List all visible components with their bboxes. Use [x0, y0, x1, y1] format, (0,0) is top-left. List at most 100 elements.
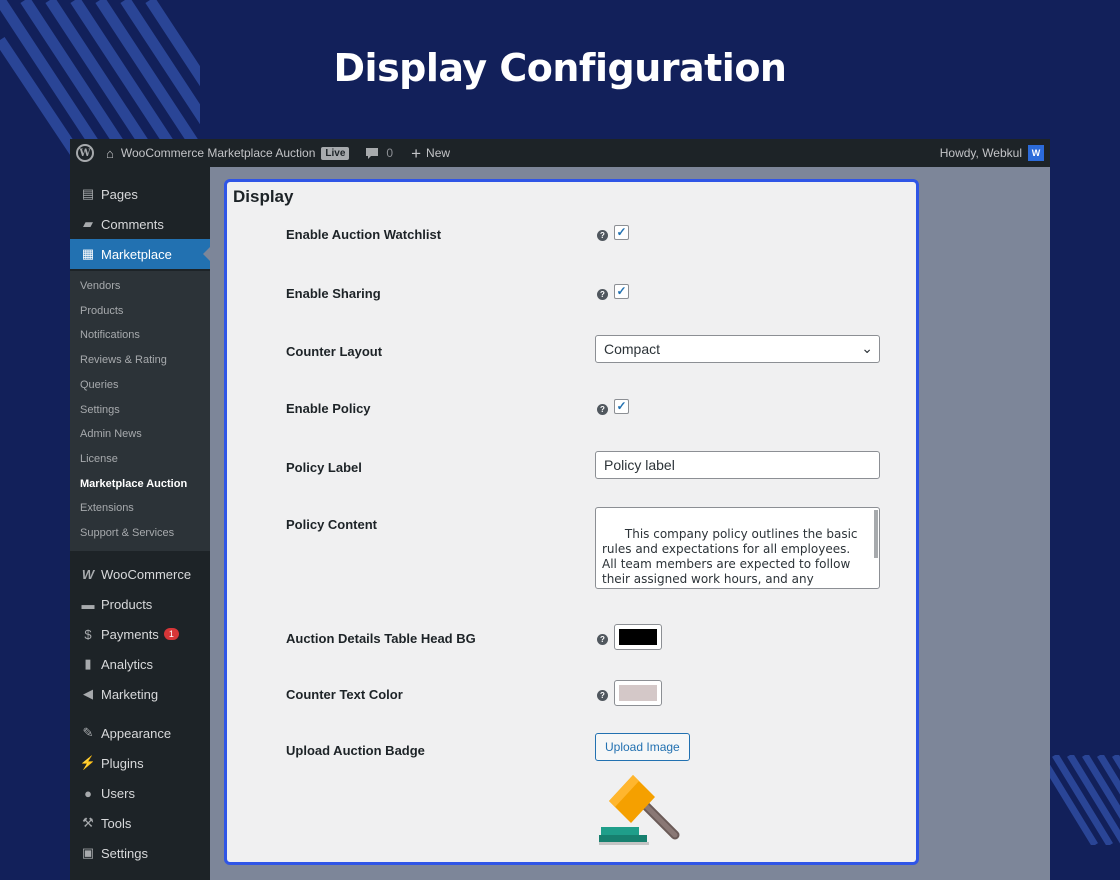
- decorative-stripes-bottom-right: [1040, 755, 1120, 845]
- site-name: WooCommerce Marketplace Auction: [120, 146, 316, 160]
- watchlist-checkbox[interactable]: ✓: [614, 225, 629, 240]
- sharing-checkbox[interactable]: ✓: [614, 284, 629, 299]
- marketplace-submenu: Vendors Products Notifications Reviews &…: [70, 271, 210, 551]
- auction-gavel-icon: [599, 767, 687, 856]
- live-badge: Live: [321, 146, 350, 160]
- upload-image-button[interactable]: Upload Image: [595, 733, 690, 761]
- account-menu[interactable]: Howdy, Webkul W: [940, 145, 1050, 161]
- avatar: W: [1028, 145, 1044, 161]
- sidebar-item-label: Comments: [101, 216, 164, 232]
- megaphone-icon: ◀: [83, 686, 93, 701]
- comments-count: 0: [386, 146, 394, 160]
- wrench-icon: ⚒: [82, 815, 94, 830]
- submenu-marketplace-auction[interactable]: Marketplace Auction: [80, 478, 187, 490]
- sidebar-item-label: Payments: [101, 626, 159, 642]
- sidebar-item-label: Marketplace: [101, 246, 172, 262]
- comments-link[interactable]: 0: [355, 139, 399, 167]
- sidebar-item-label: Settings: [101, 845, 148, 861]
- home-icon: ⌂: [106, 145, 114, 161]
- submenu-products[interactable]: Products: [80, 305, 123, 317]
- submenu-admin-news[interactable]: Admin News: [80, 428, 142, 440]
- policy-content-text: This company policy outlines the basic r…: [602, 527, 863, 588]
- counter-layout-label: Counter Layout: [286, 344, 383, 359]
- active-menu-arrow: [203, 247, 210, 261]
- sidebar-item-label: Marketing: [101, 686, 159, 702]
- help-icon[interactable]: ?: [597, 404, 608, 415]
- sidebar-item-label: Tools: [101, 815, 132, 831]
- sidebar-item-analytics[interactable]: ▮ Analytics: [70, 649, 210, 679]
- counter-text-color-label: Counter Text Color: [286, 687, 403, 702]
- upload-badge-label: Upload Auction Badge: [286, 743, 425, 758]
- section-title: Display: [233, 187, 294, 206]
- policy-label: Enable Policy: [286, 401, 371, 416]
- sidebar-item-plugins[interactable]: ⚡ Plugins: [70, 748, 210, 778]
- watchlist-label: Enable Auction Watchlist: [286, 227, 442, 242]
- help-icon[interactable]: ?: [597, 230, 608, 241]
- sidebar-item-label: WooCommerce: [101, 566, 192, 582]
- sidebar-item-label: Plugins: [101, 755, 144, 771]
- submenu-support-services[interactable]: Support & Services: [80, 527, 174, 539]
- sidebar-item-marketing[interactable]: ◀ Marketing: [70, 679, 210, 709]
- sidebar-item-products[interactable]: ▬ Products: [70, 589, 210, 619]
- sidebar-item-settings[interactable]: ▣ Settings: [70, 838, 210, 868]
- submenu-settings[interactable]: Settings: [80, 404, 120, 416]
- display-settings-panel: Display Enable Auction Watchlist ? ✓ Ena…: [224, 179, 919, 865]
- archive-icon: ▬: [81, 596, 95, 612]
- admin-sidebar: ▤ Pages ▰ Comments ▦ Marketplace Vendors…: [70, 167, 210, 880]
- policy-checkbox[interactable]: ✓: [614, 399, 629, 414]
- sidebar-item-label: Products: [101, 596, 153, 612]
- payments-badge: 1: [163, 628, 179, 640]
- wordpress-icon: W: [76, 144, 94, 162]
- sidebar-item-users[interactable]: ● Users: [70, 778, 210, 808]
- submenu-license[interactable]: License: [80, 453, 118, 465]
- comment-bubble-icon: [366, 147, 379, 159]
- store-icon: ▦: [81, 246, 95, 261]
- new-content-link[interactable]: + New: [399, 139, 456, 167]
- table-head-bg-label: Auction Details Table Head BG: [286, 631, 476, 646]
- wp-admin-screen: W ⌂ WooCommerce Marketplace Auction Live…: [70, 139, 1050, 880]
- counter-text-color-picker[interactable]: [614, 680, 662, 706]
- help-icon[interactable]: ?: [597, 690, 608, 701]
- submenu-vendors[interactable]: Vendors: [80, 280, 120, 292]
- table-head-bg-swatch: [619, 629, 657, 645]
- chevron-down-icon: ⌄: [861, 340, 873, 356]
- submenu-extensions[interactable]: Extensions: [80, 502, 134, 514]
- submenu-notifications[interactable]: Notifications: [80, 329, 140, 341]
- wp-logo-button[interactable]: W: [70, 139, 100, 167]
- sharing-label: Enable Sharing: [286, 286, 381, 301]
- sidebar-item-tools[interactable]: ⚒ Tools: [70, 808, 210, 838]
- site-name-link[interactable]: ⌂ WooCommerce Marketplace Auction Live: [100, 139, 355, 167]
- plug-icon: ⚡: [79, 755, 97, 770]
- sidebar-item-comments[interactable]: ▰ Comments: [70, 209, 210, 239]
- submenu-reviews-rating[interactable]: Reviews & Rating: [80, 354, 167, 366]
- woo-icon: W: [81, 566, 95, 582]
- dollar-icon: $: [84, 626, 92, 642]
- sidebar-item-marketplace[interactable]: ▦ Marketplace: [70, 239, 210, 269]
- policy-label-input[interactable]: [595, 451, 880, 479]
- sidebar-item-woocommerce[interactable]: W WooCommerce: [70, 559, 210, 589]
- pages-icon: ▤: [81, 186, 95, 201]
- admin-bar: W ⌂ WooCommerce Marketplace Auction Live…: [70, 139, 1050, 167]
- help-icon[interactable]: ?: [597, 289, 608, 300]
- submenu-queries[interactable]: Queries: [80, 379, 119, 391]
- howdy-text: Howdy, Webkul: [939, 146, 1022, 160]
- plus-icon: +: [411, 143, 422, 163]
- sidebar-item-payments[interactable]: $ Payments 1: [70, 619, 210, 649]
- comment-icon: ▰: [83, 216, 93, 231]
- chart-bars-icon: ▮: [84, 656, 92, 671]
- policy-content-label: Policy Content: [286, 517, 378, 532]
- help-icon[interactable]: ?: [597, 634, 608, 645]
- sliders-icon: ▣: [81, 845, 95, 860]
- sidebar-item-label: Users: [101, 785, 135, 801]
- page-title: Display Configuration: [333, 46, 787, 90]
- brush-icon: ✎: [82, 725, 94, 740]
- table-head-bg-color-picker[interactable]: [614, 624, 662, 650]
- textarea-scrollbar[interactable]: [874, 510, 878, 558]
- sidebar-item-appearance[interactable]: ✎ Appearance: [70, 718, 210, 748]
- counter-layout-select[interactable]: Compact ⌄: [595, 335, 880, 363]
- policy-content-textarea[interactable]: This company policy outlines the basic r…: [595, 507, 880, 589]
- user-icon: ●: [84, 785, 92, 801]
- sidebar-item-pages[interactable]: ▤ Pages: [70, 179, 210, 209]
- policy-label-field-label: Policy Label: [286, 460, 362, 475]
- counter-text-color-swatch: [619, 685, 657, 701]
